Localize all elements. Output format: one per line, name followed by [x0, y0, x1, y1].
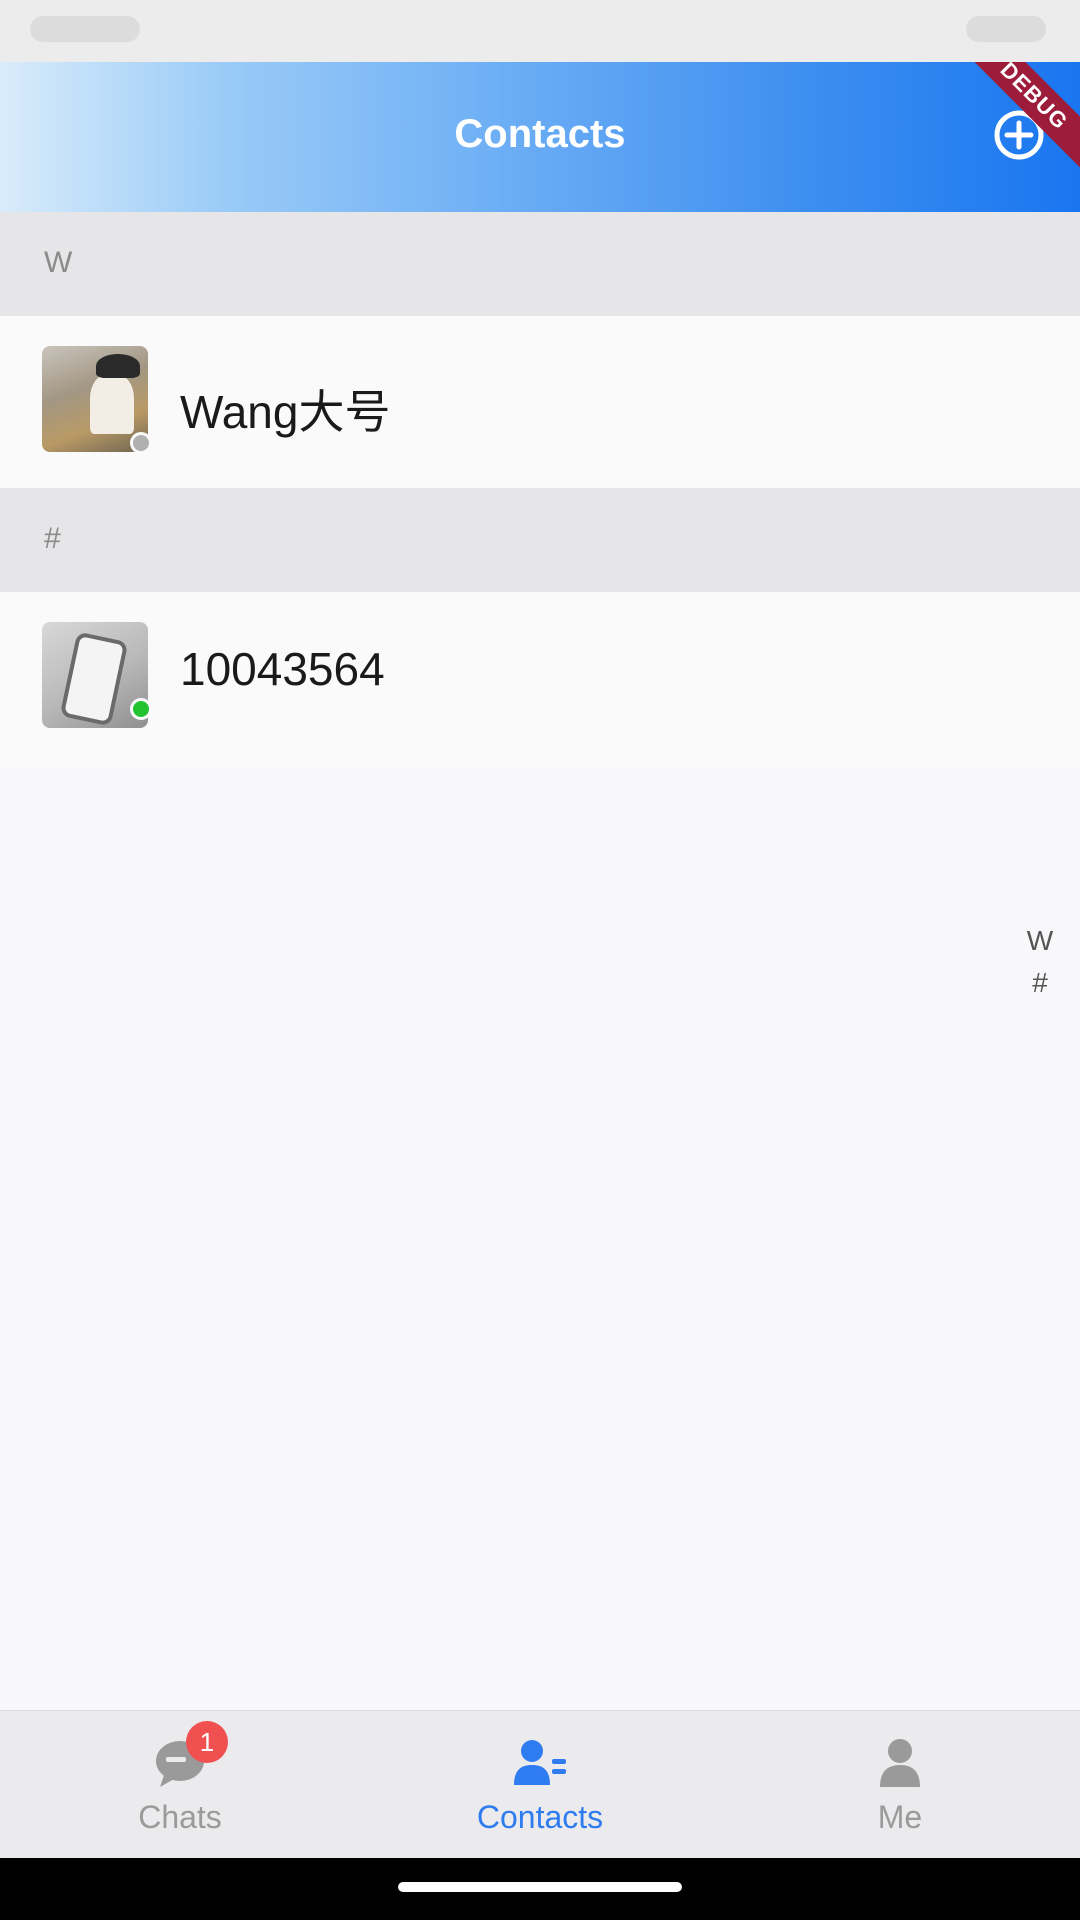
- unread-badge: 1: [186, 1721, 228, 1763]
- nav-tab-me[interactable]: Me: [720, 1711, 1080, 1859]
- nav-label-chats: Chats: [138, 1799, 222, 1835]
- app-bar: Contacts DEBUG: [0, 62, 1080, 212]
- section-letter: W: [44, 246, 73, 279]
- nav-label-me: Me: [877, 1799, 923, 1835]
- section-header-hash: #: [0, 488, 1080, 592]
- section-header-w: W: [0, 212, 1080, 316]
- presence-online-dot: [130, 698, 152, 720]
- nav-tab-chats[interactable]: 1 Chats: [0, 1711, 360, 1859]
- contact-row[interactable]: Wang大号: [0, 316, 1080, 492]
- index-letter-hash[interactable]: #: [1020, 962, 1060, 1004]
- system-navigation-bar: [0, 1858, 1080, 1920]
- home-indicator[interactable]: [398, 1882, 682, 1892]
- nav-tab-contacts[interactable]: Contacts: [360, 1711, 720, 1859]
- alphabet-index-bar[interactable]: W #: [1020, 920, 1060, 1004]
- contact-name: Wang大号: [180, 386, 391, 438]
- person-icon: [880, 1739, 920, 1787]
- section-letter: #: [44, 522, 61, 555]
- page-title: Contacts: [454, 112, 626, 156]
- contact-row[interactable]: 10043564: [0, 592, 1080, 768]
- avatar-phone: [64, 636, 124, 722]
- bottom-navigation: 1 Chats Contacts Me: [0, 1710, 1080, 1858]
- status-bar: [0, 0, 1080, 62]
- contact-name: 10043564: [180, 643, 385, 695]
- avatar-hat: [96, 354, 140, 378]
- status-icons-placeholder: [966, 16, 1046, 42]
- presence-offline-dot: [130, 432, 152, 454]
- avatar-figure: [90, 374, 134, 434]
- contacts-list-icon: [514, 1740, 566, 1785]
- index-letter-w[interactable]: W: [1020, 920, 1060, 962]
- status-time-placeholder: [30, 16, 140, 42]
- nav-label-contacts: Contacts: [476, 1799, 604, 1835]
